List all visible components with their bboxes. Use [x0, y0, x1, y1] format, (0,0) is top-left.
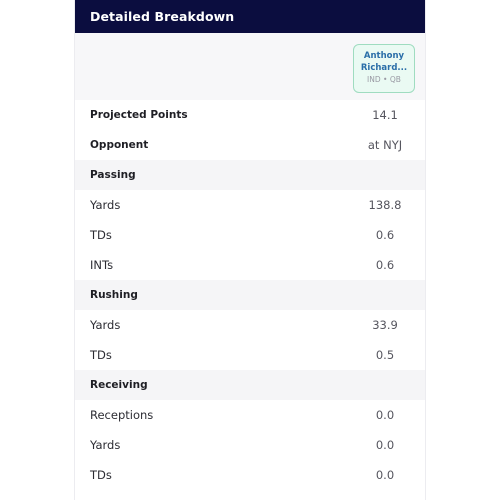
player-name-line1: Anthony	[363, 51, 405, 61]
section-header-rushing: Rushing	[75, 280, 425, 310]
player-position: QB	[389, 75, 401, 84]
row-label: INTs	[90, 258, 114, 272]
row-label: TDs	[90, 348, 112, 362]
section-title: Receiving	[90, 379, 148, 391]
row-value: 0.0	[375, 438, 395, 452]
row-label: TDs	[90, 228, 112, 242]
row-value: 0.0	[375, 468, 395, 482]
row-value: 0.6	[375, 228, 395, 242]
stat-row: Yards 138.8	[75, 190, 425, 220]
player-chip[interactable]: Anthony Richard... IND • QB	[353, 44, 415, 93]
card-title: Detailed Breakdown	[90, 9, 235, 24]
row-value: 14.1	[372, 108, 398, 122]
player-name-line2: Richard...	[360, 63, 408, 73]
stat-row: Yards 33.9	[75, 310, 425, 340]
section-header-passing: Passing	[75, 160, 425, 190]
row-label: Receptions	[90, 408, 154, 422]
section-header-receiving: Receiving	[75, 370, 425, 400]
row-label: TDs	[90, 468, 112, 482]
row-value: 33.9	[372, 318, 398, 332]
player-team-position: IND • QB	[354, 74, 414, 85]
row-value: 0.0	[375, 408, 395, 422]
stat-row: TDs 0.5	[75, 340, 425, 370]
section-title: Rushing	[90, 289, 138, 301]
stat-row: Receptions 0.0	[75, 400, 425, 430]
row-label: Yards	[90, 438, 121, 452]
row-value: 0.6	[375, 258, 395, 272]
row-projected-points: Projected Points 14.1	[75, 100, 425, 130]
row-label: Yards	[90, 318, 121, 332]
row-value: 138.8	[368, 198, 402, 212]
stat-row: Yards 0.0	[75, 430, 425, 460]
row-opponent: Opponent at NYJ	[75, 130, 425, 160]
player-team: IND	[367, 75, 381, 84]
row-value: at NYJ	[367, 138, 403, 152]
stat-row: TDs 0.0	[75, 460, 425, 490]
row-label: Opponent	[90, 139, 149, 151]
section-title: Passing	[90, 169, 136, 181]
separator-dot: •	[383, 75, 388, 84]
player-header-row: Anthony Richard... IND • QB	[75, 33, 425, 100]
row-label: Projected Points	[90, 109, 188, 121]
stat-row: INTs 0.6	[75, 250, 425, 280]
row-label: Yards	[90, 198, 121, 212]
stat-row: TDs 0.6	[75, 220, 425, 250]
card-header: Detailed Breakdown	[75, 0, 425, 33]
row-value: 0.5	[375, 348, 395, 362]
detailed-breakdown-card: Detailed Breakdown Anthony Richard... IN…	[74, 0, 426, 500]
